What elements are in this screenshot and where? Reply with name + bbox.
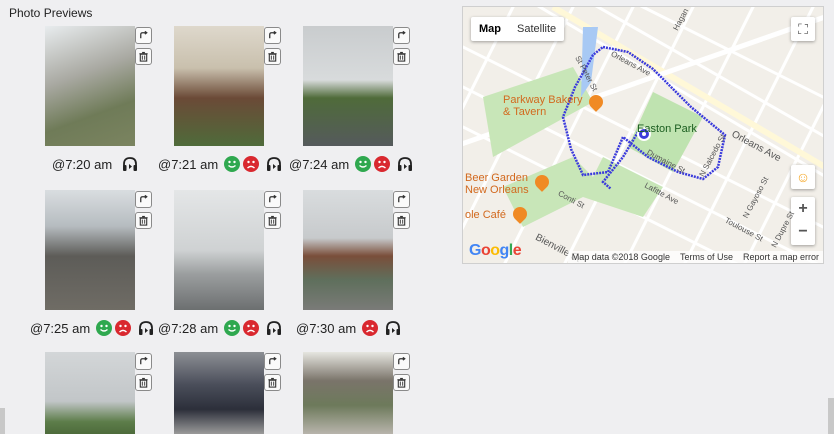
map-type-map-button[interactable]: Map <box>471 17 509 41</box>
photo-thumbnail[interactable] <box>303 26 393 146</box>
photo-thumbnail[interactable] <box>174 352 264 434</box>
photo-thumbnail[interactable] <box>174 190 264 310</box>
photo-thumbnail[interactable] <box>174 26 264 146</box>
trash-icon <box>139 215 148 226</box>
pegman-icon: ☺ <box>795 169 811 185</box>
zoom-in-button[interactable]: + <box>798 197 807 221</box>
trash-icon <box>268 215 277 226</box>
street-view-pegman[interactable]: ☺ <box>791 165 815 189</box>
trash-icon <box>268 377 277 388</box>
delete-button[interactable] <box>393 48 410 65</box>
headphones-icon[interactable] <box>396 155 414 173</box>
rotate-icon <box>269 194 277 203</box>
happy-face-icon[interactable] <box>96 320 113 336</box>
trash-icon <box>397 377 406 388</box>
delete-button[interactable] <box>135 374 152 391</box>
terms-of-use-link[interactable]: Terms of Use <box>680 252 733 262</box>
rotate-icon <box>140 194 148 203</box>
zoom-control: + − <box>791 197 815 245</box>
poi-cafe[interactable]: ole Café <box>465 209 511 222</box>
section-title: Photo Previews <box>9 6 93 20</box>
rotate-icon <box>398 30 406 39</box>
photo-caption: @7:28 am <box>158 318 283 338</box>
photo-thumbnail[interactable] <box>45 26 135 146</box>
rotate-button[interactable] <box>135 353 152 370</box>
poi-beer-garden[interactable]: Beer Garden New Orleans <box>465 172 535 196</box>
delete-button[interactable] <box>264 374 281 391</box>
trash-icon <box>139 377 148 388</box>
rotate-icon <box>398 194 406 203</box>
scrollbar-right[interactable] <box>828 398 834 434</box>
rotate-icon <box>269 30 277 39</box>
delete-button[interactable] <box>264 48 281 65</box>
happy-face-icon[interactable] <box>355 156 372 172</box>
photo-timestamp: @7:30 am <box>296 320 357 336</box>
map-type-control: Map Satellite <box>471 17 565 41</box>
zoom-out-button[interactable]: − <box>798 221 807 245</box>
rotate-icon <box>269 356 277 365</box>
sad-face-icon[interactable] <box>362 320 379 336</box>
sad-face-icon[interactable] <box>243 156 260 172</box>
photo-timestamp: @7:28 am <box>158 320 219 336</box>
headphones-icon[interactable] <box>384 319 402 337</box>
photo-thumbnail[interactable] <box>45 352 135 434</box>
rotate-button[interactable] <box>264 191 281 208</box>
map-data-attribution: Map data ©2018 Google <box>571 252 670 262</box>
photo-thumbnail[interactable] <box>303 190 393 310</box>
trash-icon <box>139 51 148 62</box>
happy-face-icon[interactable] <box>224 156 241 172</box>
headphones-icon[interactable] <box>265 319 283 337</box>
photo-timestamp: @7:24 am <box>289 156 350 172</box>
map-footer: Map data ©2018 Google Terms of Use Repor… <box>567 251 823 263</box>
delete-button[interactable] <box>393 212 410 229</box>
google-logo: Google <box>469 242 522 259</box>
trash-icon <box>397 215 406 226</box>
headphones-icon[interactable] <box>265 155 283 173</box>
sad-face-icon[interactable] <box>374 156 391 172</box>
photo-timestamp: @7:21 am <box>158 156 219 172</box>
rotate-icon <box>398 356 406 365</box>
headphones-icon[interactable] <box>137 319 155 337</box>
rotate-button[interactable] <box>393 353 410 370</box>
happy-face-icon[interactable] <box>224 320 241 336</box>
photo-thumbnail[interactable] <box>45 190 135 310</box>
report-map-error-link[interactable]: Report a map error <box>743 252 819 262</box>
rotate-button[interactable] <box>393 27 410 44</box>
rotate-button[interactable] <box>264 27 281 44</box>
photo-thumbnail[interactable] <box>303 352 393 434</box>
sad-face-icon[interactable] <box>243 320 260 336</box>
rotate-button[interactable] <box>264 353 281 370</box>
photo-caption: @7:21 am <box>158 154 283 174</box>
map-canvas[interactable] <box>463 7 824 264</box>
rotate-icon <box>140 356 148 365</box>
delete-button[interactable] <box>135 212 152 229</box>
photo-caption: @7:24 am <box>289 154 414 174</box>
fullscreen-button[interactable]: ⛶ <box>791 17 815 41</box>
poi-parkway-bakery[interactable]: Parkway Bakery & Tavern <box>503 94 587 118</box>
rotate-icon <box>140 30 148 39</box>
rotate-button[interactable] <box>135 27 152 44</box>
delete-button[interactable] <box>135 48 152 65</box>
photo-caption: @7:20 am <box>52 154 139 174</box>
rotate-button[interactable] <box>393 191 410 208</box>
delete-button[interactable] <box>393 374 410 391</box>
photo-caption: @7:25 am <box>30 318 155 338</box>
poi-easton-park[interactable]: Easton Park <box>637 123 697 135</box>
rotate-button[interactable] <box>135 191 152 208</box>
map-panel[interactable]: Map Satellite ⛶ ☺ + − Parkway Bakery & T… <box>462 6 824 264</box>
trash-icon <box>397 51 406 62</box>
map-type-satellite-button[interactable]: Satellite <box>509 17 564 41</box>
headphones-icon[interactable] <box>121 155 139 173</box>
photo-caption: @7:30 am <box>296 318 402 338</box>
delete-button[interactable] <box>264 212 281 229</box>
trash-icon <box>268 51 277 62</box>
scrollbar-left[interactable] <box>0 408 5 434</box>
sad-face-icon[interactable] <box>115 320 132 336</box>
photo-timestamp: @7:20 am <box>52 156 113 172</box>
photo-timestamp: @7:25 am <box>30 320 91 336</box>
fullscreen-icon: ⛶ <box>798 20 808 37</box>
